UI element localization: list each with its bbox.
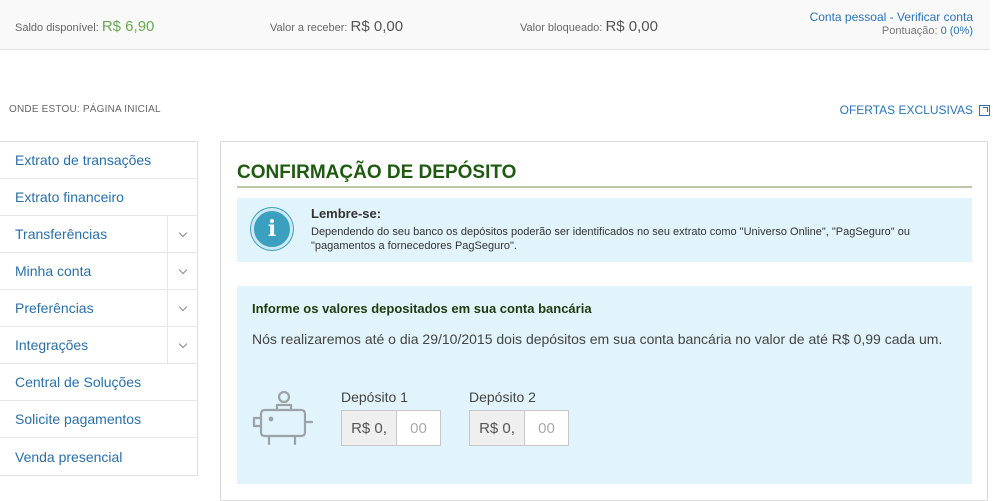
piggy-bank-icon [252, 390, 314, 446]
sidebar-item[interactable]: Preferências [0, 290, 197, 327]
available-balance-value: R$ 6,90 [101, 18, 155, 35]
sidebar-item[interactable]: Solicite pagamentos [0, 401, 197, 438]
deposit-1-label: Depósito 1 [341, 389, 408, 405]
sidebar-item[interactable]: Integrações [0, 327, 197, 364]
sidebar-item[interactable]: Minha conta [0, 253, 197, 290]
exclusive-offers-link[interactable]: OFERTAS EXCLUSIVAS [840, 103, 990, 117]
chevron-down-icon[interactable] [167, 216, 197, 252]
sidebar-item[interactable]: Venda presencial [0, 438, 197, 475]
sidebar-item-label: Preferências [15, 300, 94, 316]
sidebar-item-label: Central de Soluções [15, 374, 142, 390]
deposit-description: Nós realizaremos até o dia 29/10/2015 do… [252, 331, 943, 347]
chevron-down-icon[interactable] [167, 253, 197, 289]
score-value-link[interactable]: 0 (0%) [941, 25, 973, 37]
sidebar-item[interactable]: Central de Soluções [0, 364, 197, 401]
receivable-balance: Valor a receber: R$ 0,00 [270, 18, 403, 35]
balance-bar: Saldo disponível: R$ 6,90 Valor a recebe… [0, 0, 990, 50]
deposit-2-cents-input[interactable] [525, 411, 568, 445]
deposit-2-field: Depósito 2 R$ 0, [469, 389, 569, 446]
deposit-1-cents-input[interactable] [397, 411, 440, 445]
blocked-balance-value: R$ 0,00 [605, 18, 658, 35]
sidebar-item[interactable]: Extrato de transações [0, 142, 197, 179]
sidebar-item-label: Venda presencial [15, 448, 123, 465]
account-type-link[interactable]: Conta pessoal [810, 10, 887, 24]
available-balance-label: Saldo disponível: [15, 22, 99, 34]
score: Pontuação: 0 (0%) [810, 25, 973, 37]
main-panel: CONFIRMAÇÃO DE DEPÓSITO i Lembre-se: Dep… [220, 141, 988, 501]
deposit-title: Informe os valores depositados em sua co… [252, 301, 592, 316]
sidebar-item-label: Transferências [15, 226, 108, 242]
deposit-1-prefix: R$ 0, [342, 411, 397, 445]
sidebar: Extrato de transações Extrato financeiro T… [0, 141, 198, 476]
page-title: CONFIRMAÇÃO DE DEPÓSITO [237, 162, 972, 188]
sidebar-item-label: Minha conta [15, 263, 92, 279]
reminder-text: Dependendo do seu banco os depósitos pod… [311, 226, 911, 252]
reminder-box: i Lembre-se: Dependendo do seu banco os … [237, 198, 972, 262]
account-info: Conta pessoal - Verificar conta Pontuaçã… [810, 10, 973, 37]
chevron-down-icon[interactable] [167, 290, 197, 326]
receivable-balance-label: Valor a receber: [270, 22, 348, 34]
exclusive-offers-label: OFERTAS EXCLUSIVAS [839, 103, 973, 117]
info-icon: i [251, 208, 293, 250]
account-links: Conta pessoal - Verificar conta [810, 10, 973, 24]
deposit-1-field: Depósito 1 R$ 0, [341, 389, 441, 446]
sidebar-item-label: Solicite pagamentos [15, 411, 142, 427]
sidebar-item[interactable]: Extrato financeiro [0, 179, 197, 216]
deposit-2-input-group: R$ 0, [469, 410, 569, 446]
blocked-balance: Valor bloqueado: R$ 0,00 [520, 18, 658, 35]
deposit-2-label: Depósito 2 [469, 389, 536, 405]
verify-account-link[interactable]: Verificar conta [897, 10, 973, 24]
available-balance: Saldo disponível: R$ 6,90 [15, 18, 154, 35]
blocked-balance-label: Valor bloqueado: [520, 22, 603, 34]
deposit-1-input-group: R$ 0, [341, 410, 441, 446]
receivable-balance-value: R$ 0,00 [350, 18, 404, 35]
score-label: Pontuação: [881, 25, 938, 37]
sidebar-item-label: Extrato de transações [15, 152, 152, 168]
sidebar-item[interactable]: Transferências [0, 216, 197, 253]
sidebar-item-label: Extrato financeiro [15, 189, 124, 205]
external-link-icon [979, 104, 990, 116]
reminder-title: Lembre-se: [311, 206, 382, 221]
breadcrumb: ONDE ESTOU: PÁGINA INICIAL [9, 104, 161, 115]
account-links-separator: - [886, 10, 897, 24]
sidebar-item-label: Integrações [15, 337, 89, 353]
deposit-box: Informe os valores depositados em sua co… [237, 286, 972, 484]
chevron-down-icon[interactable] [167, 327, 197, 363]
deposit-2-prefix: R$ 0, [470, 411, 525, 445]
